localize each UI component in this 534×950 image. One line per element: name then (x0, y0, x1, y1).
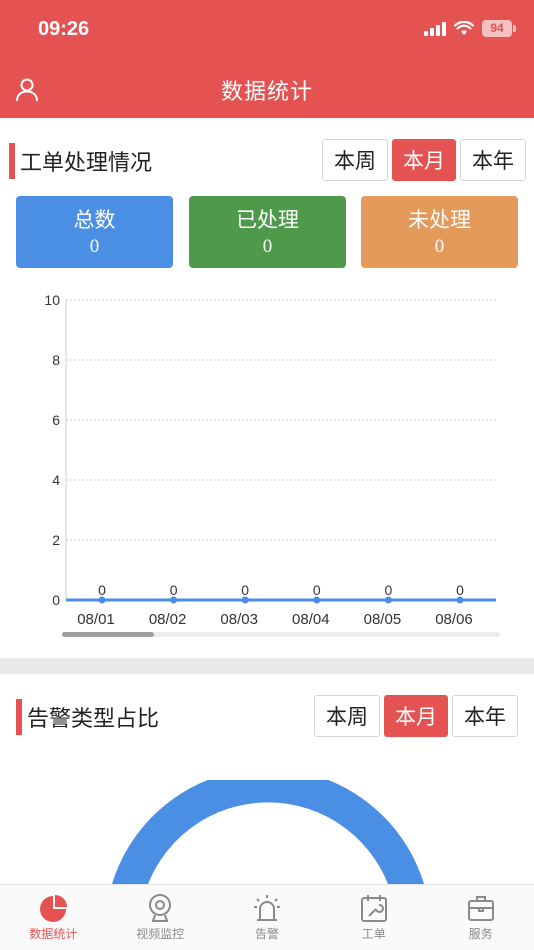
briefcase-icon (467, 896, 494, 921)
bottom-tab-bar: 数据统计 视频监控 告警 工单 服务 (0, 884, 534, 950)
data-label: 0 (456, 582, 464, 598)
battery-level: 94 (490, 21, 504, 35)
alarms-title: 告警类型占比 (27, 707, 160, 732)
section-accent-bar (9, 143, 15, 179)
work-orders-line-chart: 0 2 4 6 8 10 0 08/01 0 08/02 0 08/03 0 08/04 0 08/05 0 08… (44, 292, 500, 637)
stat-value: 0 (89, 236, 100, 257)
status-time: 09:26 (38, 18, 90, 40)
section-divider (0, 658, 534, 674)
alarm-period-week-button[interactable]: 本周 (314, 695, 380, 737)
period-year-button[interactable]: 本年 (460, 139, 526, 181)
tab-label: 数据统计 (29, 927, 78, 941)
tab-label: 告警 (254, 927, 279, 941)
stat-label: 总数 (73, 208, 116, 232)
wifi-icon (454, 21, 474, 35)
alarm-type-donut (111, 780, 425, 885)
work-orders-period-selector: 本周 本月 本年 (322, 139, 526, 181)
status-icons: 94 (424, 20, 516, 37)
stat-cards: 总数 0 已处理 0 未处理 0 (16, 196, 518, 268)
pie-chart-icon (40, 895, 68, 922)
battery-icon: 94 (482, 20, 516, 37)
x-tick-label: 08/02 (149, 611, 187, 628)
period-week-button[interactable]: 本周 (322, 139, 388, 181)
data-label: 0 (313, 582, 321, 598)
x-tick-label: 08/03 (220, 611, 258, 628)
donut-ring (111, 780, 425, 885)
tab-work-order[interactable]: 工单 (320, 885, 427, 950)
tab-video-monitor[interactable]: 视频监控 (107, 885, 214, 950)
page-title: 数据统计 (220, 80, 313, 105)
work-orders-header: 工单处理情况 本周 本月 本年 (0, 139, 534, 183)
alarm-period-year-button[interactable]: 本年 (452, 695, 518, 737)
stat-card-total[interactable]: 总数 0 (16, 196, 173, 268)
camera-icon (149, 894, 172, 922)
y-tick-label: 4 (52, 472, 60, 488)
app-header: 09:26 94 数据统计 (0, 0, 534, 118)
data-label: 0 (170, 582, 178, 598)
period-month-button[interactable]: 本月 (392, 139, 456, 181)
tab-data-stats[interactable]: 数据统计 (0, 885, 107, 950)
stat-card-unprocessed[interactable]: 未处理 0 (361, 196, 518, 268)
stat-card-processed[interactable]: 已处理 0 (189, 196, 346, 268)
stat-label: 未处理 (408, 208, 471, 232)
alarms-header: 告警类型占比 本周 本月 本年 (0, 695, 534, 739)
tab-label: 服务 (468, 927, 493, 941)
tab-label: 视频监控 (136, 927, 185, 941)
chart-scroll-thumb[interactable] (62, 632, 154, 637)
alarm-light-icon (253, 895, 280, 921)
alarms-period-selector: 本周 本月 本年 (314, 695, 518, 737)
y-tick-label: 2 (52, 532, 60, 548)
y-tick-label: 6 (52, 412, 60, 428)
tab-label: 工单 (361, 927, 386, 941)
y-tick-label: 10 (44, 292, 60, 308)
data-label: 0 (98, 582, 106, 598)
x-tick-label: 08/01 (77, 611, 115, 628)
y-tick-label: 8 (52, 352, 60, 368)
tab-alarm[interactable]: 告警 (214, 885, 321, 950)
x-tick-label: 08/06 (435, 611, 473, 628)
data-label: 0 (385, 582, 393, 598)
alarm-period-month-button[interactable]: 本月 (384, 695, 448, 737)
y-tick-label: 0 (52, 592, 60, 608)
wrench-calendar-icon (360, 895, 387, 922)
stat-label: 已处理 (236, 208, 299, 232)
signal-icon (424, 21, 446, 36)
data-label: 0 (241, 582, 249, 598)
stat-value: 0 (262, 236, 273, 257)
x-tick-label: 08/04 (292, 611, 330, 628)
tab-service[interactable]: 服务 (427, 885, 534, 950)
x-tick-label: 08/05 (364, 611, 402, 628)
section-accent-bar (16, 699, 22, 735)
work-orders-title: 工单处理情况 (20, 151, 153, 176)
stat-value: 0 (434, 236, 445, 257)
